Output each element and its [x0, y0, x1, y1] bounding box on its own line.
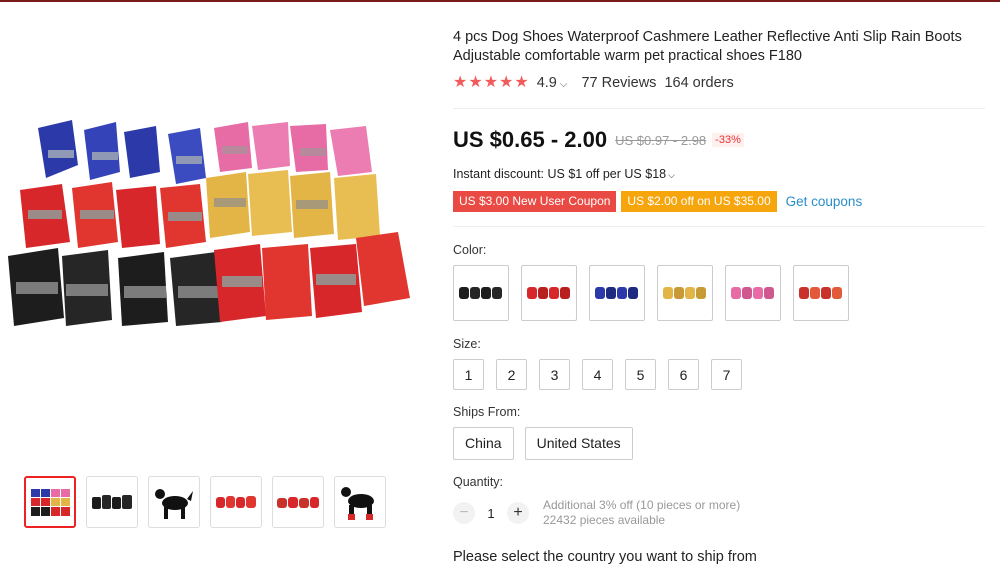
quantity-input[interactable]: 1 [475, 506, 507, 521]
thumbnail-all-colors[interactable] [24, 476, 76, 528]
shoe-group-pink [214, 122, 372, 176]
color-option-red[interactable] [521, 265, 577, 321]
color-option-yellow[interactable] [657, 265, 713, 321]
all-colors-thumb-image [31, 489, 70, 516]
red-shoes-thumb-image [216, 496, 256, 508]
color-option-red-dark[interactable] [793, 265, 849, 321]
star-icon: ★ [499, 74, 514, 91]
size-option[interactable]: 2 [496, 359, 527, 390]
ships-from-label: Ships From: [453, 405, 521, 419]
dog-red-thumb-image [341, 487, 374, 520]
bulk-discount-note: Additional 3% off (10 pieces or more) [543, 498, 741, 512]
rating-row: ★ ★ ★ ★ ★ 4.9 ⌵ 77 Reviews 164 orders [453, 75, 734, 92]
red-shoes-2-thumb-image [277, 497, 319, 508]
size-option[interactable]: 7 [711, 359, 742, 390]
ships-from-united-states[interactable]: United States [524, 427, 633, 460]
thumbnail-red-shoes-2[interactable] [272, 476, 324, 528]
star-icon: ★ [483, 74, 499, 91]
size-label: Size: [453, 337, 481, 351]
rating-value-dropdown[interactable]: 4.9 ⌵ [537, 75, 568, 91]
product-title: 4 pcs Dog Shoes Waterproof Cashmere Leat… [453, 29, 962, 64]
thumbnail-dog-red[interactable] [334, 476, 386, 528]
chevron-down-icon: ⌵ [668, 170, 675, 180]
dog-black-thumb-image [155, 489, 193, 519]
shoe-group-black [8, 248, 222, 326]
color-options [453, 265, 849, 321]
price-row: US $0.65 - 2.00 US $0.97 - 2.98 -33% [453, 127, 744, 153]
increase-quantity-button[interactable]: + [507, 502, 529, 524]
thumbnail-strip [24, 476, 386, 528]
red-dark-swatch-image [799, 287, 842, 299]
shoe-group-yellow [206, 170, 380, 240]
quantity-notes: Additional 3% off (10 pieces or more) 22… [543, 498, 740, 528]
original-price: US $0.97 - 2.98 [615, 132, 707, 148]
thumbnail-black-shoes[interactable] [86, 476, 138, 528]
top-border [0, 0, 1000, 2]
yellow-swatch-image [663, 287, 706, 299]
coupon-row: US $3.00 New User Coupon US $2.00 off on… [453, 191, 862, 212]
shoe-group-blue [38, 120, 206, 184]
orders-count: 164 orders [664, 75, 734, 91]
new-user-coupon[interactable]: US $3.00 New User Coupon [453, 191, 617, 212]
current-price: US $0.65 - 2.00 [453, 127, 608, 152]
size-option[interactable]: 6 [668, 359, 699, 390]
divider [453, 226, 985, 227]
decrease-quantity-button[interactable]: − [453, 502, 475, 524]
stock-available-note: 22432 pieces available [543, 513, 666, 527]
shoe-group-red-bottom [214, 232, 410, 322]
shoe-group-red-top [20, 182, 206, 248]
ships-from-options: China United States [453, 427, 633, 460]
rating-value: 4.9 [536, 75, 557, 91]
star-icon: ★ [514, 74, 529, 91]
size-option[interactable]: 3 [539, 359, 570, 390]
black-shoes-thumb-image [92, 495, 132, 509]
quantity-label: Quantity: [453, 475, 504, 489]
thumbnail-dog-black[interactable] [148, 476, 200, 528]
pink-swatch-image [731, 287, 774, 299]
star-icon: ★ [468, 74, 483, 91]
divider [453, 108, 985, 109]
color-label: Color: [453, 243, 487, 257]
size-options: 1 2 3 4 5 6 7 [453, 359, 742, 390]
size-option[interactable]: 4 [582, 359, 613, 390]
rating-stars: ★ ★ ★ ★ ★ [453, 75, 529, 91]
color-option-blue[interactable] [589, 265, 645, 321]
discount-badge: -33% [712, 133, 744, 147]
red-swatch-image [527, 287, 570, 299]
shipping-country-message: Please select the country you want to sh… [453, 549, 757, 565]
reviews-link[interactable]: 77 Reviews [581, 75, 656, 91]
chevron-down-icon: ⌵ [559, 79, 568, 90]
star-icon: ★ [453, 74, 468, 91]
size-option[interactable]: 1 [453, 359, 484, 390]
quantity-stepper: − 1 + Additional 3% off (10 pieces or mo… [453, 498, 740, 528]
instant-discount-text: Instant discount: US $1 off per US $18 [453, 167, 667, 181]
instant-discount-dropdown[interactable]: Instant discount: US $1 off per US $18 ⌵ [453, 167, 675, 181]
thumbnail-red-shoes[interactable] [210, 476, 262, 528]
color-option-black[interactable] [453, 265, 509, 321]
product-main-image[interactable] [0, 60, 430, 380]
size-option[interactable]: 5 [625, 359, 656, 390]
black-swatch-image [459, 287, 502, 299]
blue-swatch-image [595, 287, 638, 299]
get-coupons-link[interactable]: Get coupons [786, 194, 863, 209]
ships-from-china[interactable]: China [453, 427, 514, 460]
spend-discount-coupon[interactable]: US $2.00 off on US $35.00 [621, 191, 777, 212]
color-option-pink[interactable] [725, 265, 781, 321]
